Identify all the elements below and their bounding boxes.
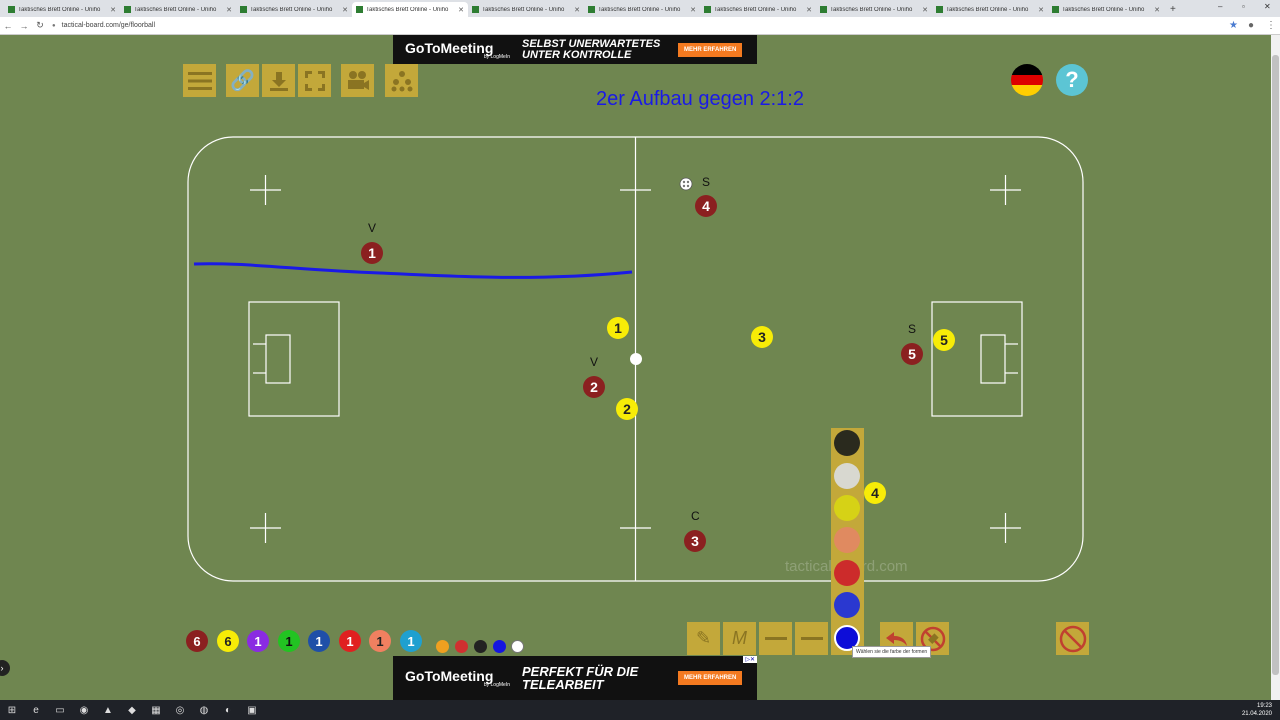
line-icon — [764, 636, 787, 640]
line-tool-button[interactable] — [759, 622, 792, 655]
app-icon[interactable]: ◆ — [120, 705, 144, 716]
player-role-label: S — [702, 175, 711, 189]
app-icon[interactable]: ◎ — [168, 705, 192, 716]
firefox-icon[interactable]: ◉ — [72, 705, 96, 716]
palette-dot[interactable] — [455, 640, 468, 653]
palette-token[interactable]: 1 — [247, 630, 269, 652]
freehand-tool-button[interactable]: M — [723, 622, 756, 655]
palette-token[interactable]: 1 — [339, 630, 361, 652]
yellow-player-token[interactable]: 2 — [616, 398, 638, 420]
excel-icon[interactable]: ▦ — [144, 705, 168, 716]
windows-taskbar: ⊞ e ▭ ◉ ▲ ◆ ▦ ◎ ◍ ◐ ▣ 19:23 21.04.2020 — [0, 700, 1280, 720]
goal-crease-left — [265, 334, 291, 384]
red-player-token[interactable]: 5 — [901, 343, 923, 365]
ad-close-icon[interactable]: ▷✕ — [743, 656, 757, 663]
color-tooltip: Wählen sie die farbe der formen — [852, 646, 932, 658]
palette-token[interactable]: 6 — [186, 630, 208, 652]
player-role-label: C — [691, 509, 700, 523]
palette-dot[interactable] — [474, 640, 487, 653]
ball-icon — [679, 177, 693, 191]
palette-token[interactable]: 6 — [217, 630, 239, 652]
yellow-player-token[interactable]: 4 — [864, 482, 886, 504]
yellow-player-token[interactable]: 1 — [607, 317, 629, 339]
color-swatch[interactable] — [834, 592, 860, 618]
undo-arrow-icon — [885, 631, 907, 646]
color-swatch[interactable] — [834, 527, 860, 553]
color-swatch[interactable] — [834, 430, 860, 456]
file-explorer-icon[interactable]: ▭ — [48, 705, 72, 716]
vlc-icon[interactable]: ▲ — [96, 705, 120, 716]
color-swatch[interactable] — [834, 495, 860, 521]
floorball-field[interactable] — [0, 0, 1280, 720]
palette-ball-dot[interactable] — [511, 640, 524, 653]
red-player-token[interactable]: 3 — [684, 530, 706, 552]
edge-icon[interactable]: e — [24, 705, 48, 716]
palette-dot[interactable] — [436, 640, 449, 653]
player-role-label: V — [368, 221, 377, 235]
center-faceoff-dot — [630, 353, 642, 365]
palette-dot[interactable] — [493, 640, 506, 653]
color-swatch[interactable] — [834, 463, 860, 489]
drawn-blue-line — [193, 262, 633, 279]
ad-headline: PERFEKT FÜR DIE TELEARBEIT — [522, 664, 639, 692]
windows-start-icon[interactable]: ⊞ — [0, 705, 24, 716]
ad-cta-button[interactable]: MEHR ERFAHREN — [678, 671, 743, 685]
red-player-token[interactable]: 2 — [583, 376, 605, 398]
app-icon[interactable]: ◐ — [216, 705, 240, 716]
chrome-icon[interactable]: ◍ — [192, 705, 216, 716]
goal-area-right — [931, 301, 1023, 417]
ad-brand: GoToMeeting by LogMeIn — [405, 668, 510, 688]
player-role-label: V — [590, 355, 599, 369]
line-icon — [800, 636, 823, 640]
color-swatch[interactable] — [834, 560, 860, 586]
ad-banner-bottom[interactable]: GoToMeeting by LogMeIn PERFEKT FÜR DIE TE… — [393, 656, 757, 700]
palette-token[interactable]: 1 — [308, 630, 330, 652]
palette-token[interactable]: 1 — [369, 630, 391, 652]
palette-token[interactable]: 1 — [278, 630, 300, 652]
pencil-icon: ✎ — [695, 628, 712, 648]
powerpoint-icon[interactable]: ▣ — [240, 705, 264, 716]
palette-token[interactable]: 1 — [400, 630, 422, 652]
yellow-player-token[interactable]: 5 — [933, 329, 955, 351]
yellow-player-token[interactable]: 3 — [751, 326, 773, 348]
goal-crease-right — [980, 334, 1006, 384]
dashed-line-tool-button[interactable] — [795, 622, 828, 655]
red-player-token[interactable]: 1 — [361, 242, 383, 264]
system-clock[interactable]: 19:23 21.04.2020 — [1242, 702, 1272, 718]
red-player-token[interactable]: 4 — [695, 195, 717, 217]
clear-board-button[interactable] — [1056, 622, 1089, 655]
pencil-tool-button[interactable]: ✎ — [687, 622, 720, 655]
goal-area-left — [248, 301, 340, 417]
player-role-label: S — [908, 322, 917, 336]
prohibit-icon — [1059, 625, 1086, 652]
